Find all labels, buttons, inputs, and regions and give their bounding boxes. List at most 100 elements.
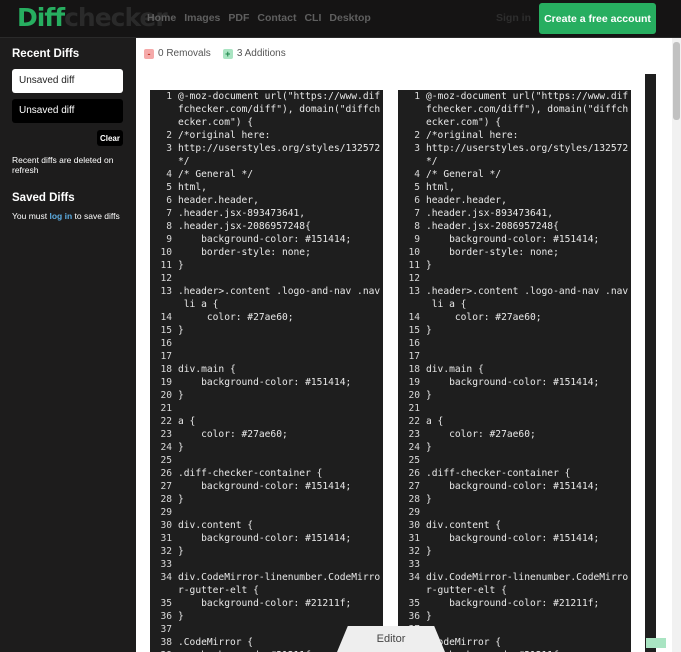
- log-in-link[interactable]: log in: [50, 211, 73, 221]
- addition-marker: [646, 638, 666, 648]
- create-account-button[interactable]: Create a free account: [539, 3, 656, 34]
- page-scrollbar[interactable]: [672, 38, 681, 652]
- line-text: /* General */: [426, 169, 502, 180]
- line-text: [426, 272, 631, 285]
- line-number: 35: [160, 598, 172, 609]
- line-text: background-color: #151414;: [426, 377, 600, 388]
- right-pane-header: [398, 74, 631, 90]
- line-text: [178, 454, 383, 467]
- code-line: 2 /*original here:: [150, 129, 383, 142]
- sign-in-link[interactable]: Sign in: [496, 12, 531, 24]
- logo[interactable]: Diffchecker: [17, 2, 168, 34]
- code-line: 3 http://userstyles.org/styles/132572: [398, 142, 631, 155]
- line-number: 21: [160, 403, 172, 414]
- nav-home[interactable]: Home: [147, 12, 176, 24]
- line-text: [426, 337, 631, 350]
- nav-desktop[interactable]: Desktop: [329, 12, 370, 24]
- line-number: 25: [160, 455, 172, 466]
- line-number: 5: [414, 182, 420, 193]
- code-line: 25: [150, 454, 383, 467]
- left-diff-pane[interactable]: 1 @-moz-document url("https://www.dif fche…: [150, 90, 383, 652]
- line-text: @-moz-document url("https://www.dif: [426, 91, 629, 102]
- line-text: /*original here:: [426, 130, 519, 141]
- nav-pdf[interactable]: PDF: [228, 12, 249, 24]
- line-number: 28: [160, 494, 172, 505]
- line-number: 11: [160, 260, 172, 271]
- line-number: 23: [160, 429, 172, 440]
- code-line: ecker.com") {: [398, 116, 631, 129]
- line-number: [398, 103, 426, 116]
- code-line: 14 color: #27ae60;: [398, 311, 631, 324]
- nav-images[interactable]: Images: [184, 12, 220, 24]
- code-line: 20}: [398, 389, 631, 402]
- recent-diff-item-active[interactable]: Unsaved diff: [12, 99, 123, 123]
- line-text: background-color: #151414;: [426, 481, 600, 492]
- code-line: 25: [398, 454, 631, 467]
- line-text: background-color: #151414;: [178, 481, 352, 492]
- clear-button[interactable]: Clear: [97, 130, 123, 146]
- code-line: 15}: [398, 324, 631, 337]
- line-number: 22: [160, 416, 172, 427]
- code-line: */: [398, 155, 631, 168]
- saved-diffs-title: Saved Diffs: [12, 192, 75, 204]
- line-text: div.CodeMirror-linenumber.CodeMirro: [178, 572, 381, 583]
- line-number: 24: [160, 442, 172, 453]
- line-text: .CodeMirror {: [426, 637, 502, 648]
- code-line: r-gutter-elt {: [398, 584, 631, 597]
- line-text: [426, 402, 631, 415]
- line-number: 27: [160, 481, 172, 492]
- line-text: }: [426, 494, 432, 505]
- main-nav: Home Images PDF Contact CLI Desktop: [147, 12, 379, 24]
- line-number: 31: [160, 533, 172, 544]
- scroll-thumb[interactable]: [673, 42, 680, 120]
- line-number: 3: [414, 143, 420, 154]
- line-text: */: [178, 156, 190, 167]
- line-text: http://userstyles.org/styles/132572: [426, 143, 629, 154]
- editor-tab[interactable]: Editor: [337, 626, 445, 652]
- line-number: 15: [160, 325, 172, 336]
- code-line: 16: [150, 337, 383, 350]
- line-text: [178, 558, 383, 571]
- recent-diffs-note: Recent diffs are deleted on refresh: [12, 155, 114, 175]
- line-text: .header>.content .logo-and-nav .nav: [426, 286, 629, 297]
- line-number: 34: [160, 572, 172, 583]
- line-number: 6: [414, 195, 420, 206]
- line-number: 3: [166, 143, 172, 154]
- code-line: fchecker.com/diff"), domain("diffch: [150, 103, 383, 116]
- line-number: 16: [160, 338, 172, 349]
- right-diff-pane[interactable]: 1 @-moz-document url("https://www.dif fche…: [398, 90, 631, 652]
- line-number: 14: [160, 312, 172, 323]
- line-number: [150, 298, 178, 311]
- nav-cli[interactable]: CLI: [304, 12, 321, 24]
- code-line: 29: [398, 506, 631, 519]
- code-line: 23 color: #27ae60;: [398, 428, 631, 441]
- line-text: li a {: [178, 299, 219, 310]
- line-text: }: [178, 260, 184, 271]
- code-line: 36}: [398, 610, 631, 623]
- line-number: 30: [408, 520, 420, 531]
- code-line: 4 /* General */: [398, 168, 631, 181]
- code-line: 26 .diff-checker-container {: [398, 467, 631, 480]
- line-number: 18: [408, 364, 420, 375]
- line-text: html,: [178, 182, 207, 193]
- line-text: background-color: #151414;: [178, 533, 352, 544]
- code-line: 19 background-color: #151414;: [398, 376, 631, 389]
- code-line: 21: [150, 402, 383, 415]
- code-line: 8 .header.jsx-2086957248{: [398, 220, 631, 233]
- line-text: }: [178, 325, 184, 336]
- line-number: 27: [408, 481, 420, 492]
- line-number: 16: [408, 338, 420, 349]
- nav-contact[interactable]: Contact: [257, 12, 296, 24]
- line-number: 2: [166, 130, 172, 141]
- code-line: 22 a {: [398, 415, 631, 428]
- line-number: 29: [408, 507, 420, 518]
- code-line: fchecker.com/diff"), domain("diffch: [398, 103, 631, 116]
- code-line: 9 background-color: #151414;: [150, 233, 383, 246]
- recent-diff-item[interactable]: Unsaved diff: [12, 69, 123, 93]
- line-text: http://userstyles.org/styles/132572: [178, 143, 381, 154]
- line-number: [150, 116, 178, 129]
- line-number: 19: [160, 377, 172, 388]
- code-line: 24}: [398, 441, 631, 454]
- line-text: /* General */: [178, 169, 254, 180]
- line-text: div.main {: [426, 364, 484, 375]
